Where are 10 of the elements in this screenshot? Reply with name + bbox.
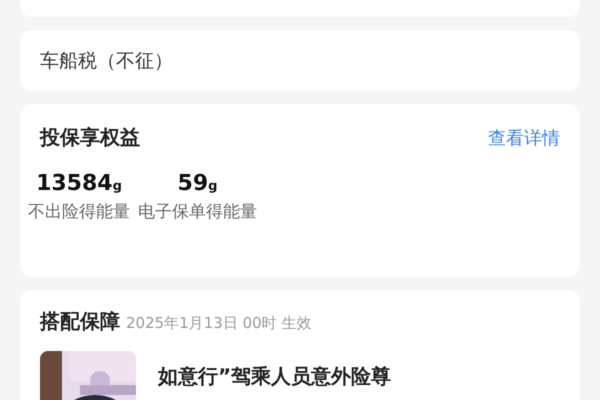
- section-title: 搭配保障: [40, 308, 120, 335]
- energy-value: 13584g: [36, 171, 122, 196]
- product-name[interactable]: 如意行”驾乘人员意外险尊: [158, 363, 392, 390]
- energy-value: 59g: [178, 171, 218, 196]
- details-link[interactable]: 查看详情: [488, 126, 560, 150]
- tax-label: 车船税（不征）: [40, 48, 173, 74]
- section-title: 投保享权益: [40, 124, 140, 151]
- effective-date: 2025年1月13日 00时 生效: [126, 314, 312, 333]
- energy-label: 电子保单得能量: [138, 201, 257, 223]
- energy-label: 不出险得能量: [28, 201, 130, 223]
